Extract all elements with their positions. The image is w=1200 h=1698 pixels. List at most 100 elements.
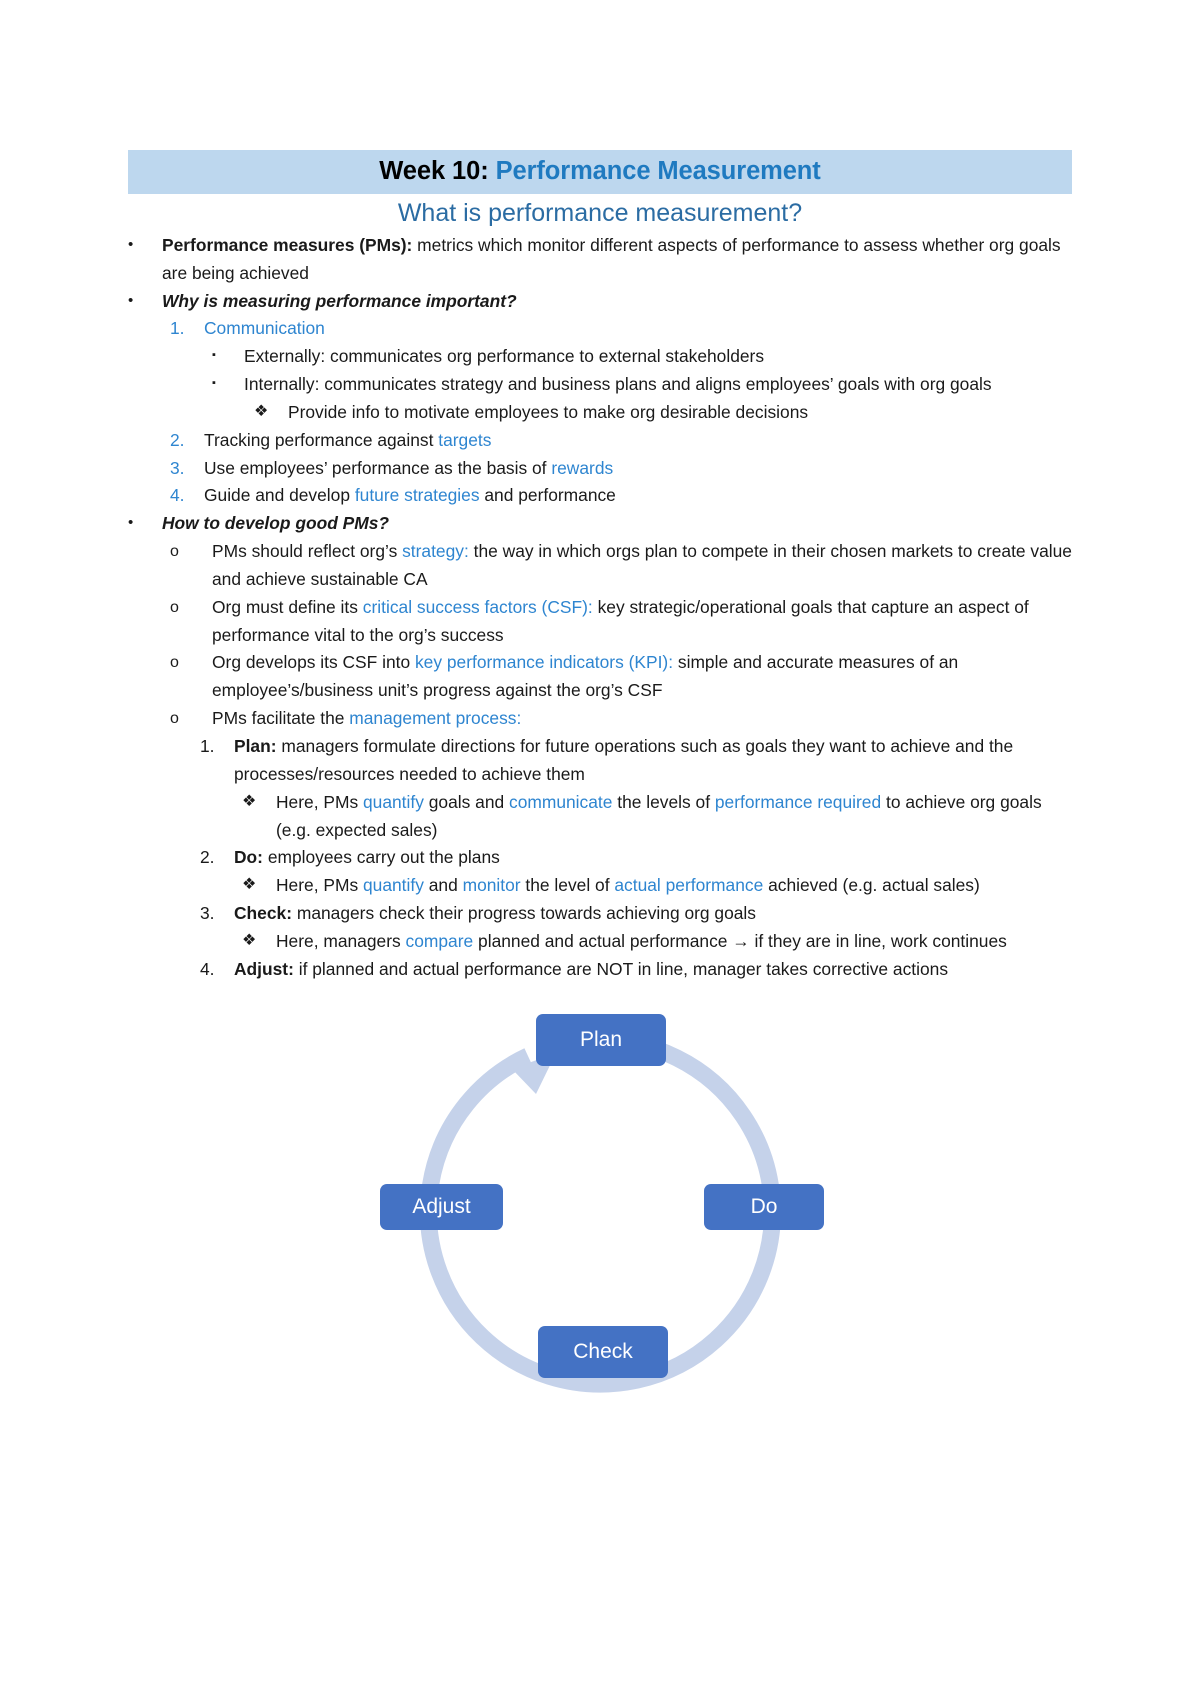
list-item-text: Provide info to motivate employees to ma…	[288, 401, 809, 422]
circle-bullet-icon: o	[170, 654, 179, 672]
list-item: o Org must define its critical success f…	[128, 594, 1072, 650]
list-item-text: Here, PMs quantify goals and communicate…	[276, 789, 1072, 845]
csf-pre: Org must define its	[212, 596, 363, 617]
rewards-text: Use employees’ performance as the basis …	[204, 457, 552, 478]
cycle-node-check[interactable]: Check	[538, 1325, 668, 1378]
list-item: o PMs facilitate the management process:	[128, 705, 1072, 733]
diamond-bullet-icon: ❖	[254, 402, 269, 420]
list-item: • Why is measuring performance important…	[128, 288, 1072, 316]
rewards-highlight: rewards	[551, 457, 614, 478]
list-item: ❖ Provide info to motivate employees to …	[128, 399, 1072, 427]
list-item: 1. Plan: managers formulate directions f…	[128, 733, 1072, 789]
list-item: ❖ Here, managers compare planned and act…	[128, 928, 1072, 956]
list-item-text: Why is measuring performance important?	[162, 288, 1072, 316]
cycle-node-plan[interactable]: Plan	[536, 1013, 666, 1066]
list-item-text: Here, managers compare planned and actua…	[276, 928, 1072, 956]
ordered-marker: 2.	[170, 429, 185, 450]
list-item-text: Guide and develop future strategies and …	[204, 482, 1072, 510]
square-bullet-icon: ▪	[212, 377, 216, 390]
list-item: • How to develop good PMs?	[128, 510, 1072, 538]
page-title-band: Week 10: Performance Measurement	[128, 150, 1072, 195]
why-measuring-heading: Why is measuring performance important?	[162, 290, 517, 311]
list-item-text: Check: managers check their progress tow…	[234, 900, 1072, 928]
do-sub-3: the level of	[520, 875, 615, 896]
list-item: 4. Guide and develop future strategies a…	[128, 482, 1072, 510]
mgmt-process-pre: PMs facilitate the	[212, 708, 350, 729]
plan-label: Plan:	[234, 736, 277, 756]
do-label: Do:	[234, 847, 263, 868]
ordered-marker: 3.	[170, 457, 185, 478]
ordered-marker: 3.	[200, 903, 215, 924]
list-item: 2. Do: employees carry out the plans	[128, 844, 1072, 872]
square-bullet-icon: ▪	[212, 349, 216, 362]
do-sub-4: achieved (e.g. actual sales)	[763, 875, 980, 896]
list-item-text: Tracking performance against targets	[204, 427, 1072, 455]
list-item: 3. Use employees’ performance as the bas…	[128, 455, 1072, 483]
tracking-text: Tracking performance against	[204, 429, 439, 450]
future-strategies-pre: Guide and develop	[204, 485, 355, 506]
bullet-icon: •	[128, 514, 134, 532]
kpi-pre: Org develops its CSF into	[212, 652, 415, 673]
actual-performance-highlight: actual performance	[614, 875, 764, 896]
quantify-highlight: quantify	[362, 791, 424, 812]
list-item-text: Org develops its CSF into key performanc…	[212, 649, 1072, 705]
list-item-text: Org must define its critical success fac…	[212, 594, 1072, 650]
ordered-marker: 1.	[200, 736, 215, 756]
list-item-text: Plan: managers formulate directions for …	[234, 733, 1072, 789]
diamond-bullet-icon: ❖	[242, 876, 257, 894]
list-item-text: PMs should reflect org’s strategy: the w…	[212, 538, 1072, 594]
list-item: ▪ Externally: communicates org performan…	[128, 343, 1072, 371]
title-week-label: Week 10:	[379, 157, 489, 185]
monitor-highlight: monitor	[462, 875, 521, 896]
document-page: Week 10: Performance Measurement What is…	[0, 0, 1200, 1698]
document-body: • Performance measures (PMs): metrics wh…	[128, 232, 1072, 984]
plan-sub-1: Here, PMs	[276, 791, 363, 812]
list-item: ❖ Here, PMs quantify and monitor the lev…	[128, 872, 1072, 900]
cycle-node-plan-label: Plan	[579, 1027, 623, 1051]
cycle-node-adjust[interactable]: Adjust	[380, 1183, 503, 1230]
bullet-icon: •	[128, 235, 134, 253]
list-item-text: Communication	[204, 315, 1072, 343]
circle-bullet-icon: o	[170, 710, 179, 728]
communication-label: Communication	[204, 318, 325, 339]
check-text: managers check their progress towards ac…	[292, 903, 756, 924]
pm-definition-label: Performance measures (PMs):	[162, 234, 413, 255]
list-item: • Performance measures (PMs): metrics wh…	[128, 232, 1072, 288]
adjust-text: if planned and actual performance are NO…	[293, 958, 949, 979]
cycle-node-do[interactable]: Do	[704, 1183, 824, 1230]
cycle-node-adjust-label: Adjust	[412, 1194, 471, 1218]
plan-text: managers formulate directions for future…	[234, 736, 1014, 784]
title-topic-label: Performance Measurement	[495, 157, 821, 185]
list-item: ❖ Here, PMs quantify goals and communica…	[128, 789, 1072, 845]
circle-bullet-icon: o	[170, 598, 179, 616]
strategy-highlight: strategy:	[402, 541, 469, 562]
csf-highlight: critical success factors (CSF):	[362, 596, 593, 617]
kpi-highlight: key performance indicators (KPI):	[414, 652, 674, 673]
do-text: employees carry out the plans	[262, 847, 500, 868]
list-item-text: Use employees’ performance as the basis …	[204, 455, 1072, 483]
do-sub-1: Here, PMs	[276, 875, 363, 896]
ordered-marker: 1.	[170, 318, 185, 339]
diamond-bullet-icon: ❖	[242, 792, 257, 810]
check-sub-2: planned and actual performance → if they…	[473, 930, 1007, 951]
list-item-text: Internally: communicates strategy and bu…	[244, 374, 992, 395]
cycle-graphic: Plan Do Check Adjust	[370, 1012, 830, 1412]
page-subtitle: What is performance measurement?	[397, 199, 803, 228]
list-item-text: Do: employees carry out the plans	[234, 844, 1072, 872]
list-item: ▪ Internally: communicates strategy and …	[128, 371, 1072, 399]
compare-highlight: compare	[405, 930, 474, 951]
strategy-pre: PMs should reflect org’s	[212, 541, 403, 562]
list-item: 1. Communication	[128, 315, 1072, 343]
quantify-highlight: quantify	[362, 875, 424, 896]
ordered-marker: 4.	[200, 958, 215, 979]
adjust-label: Adjust:	[234, 958, 294, 979]
ordered-marker: 2.	[200, 847, 215, 868]
diamond-bullet-icon: ❖	[242, 931, 257, 949]
list-item: o PMs should reflect org’s strategy: the…	[128, 538, 1072, 594]
check-label: Check:	[234, 903, 292, 924]
bullet-icon: •	[128, 291, 134, 309]
list-item: 3. Check: managers check their progress …	[128, 900, 1072, 928]
mgmt-process-highlight: management process:	[349, 708, 522, 729]
list-item-text: Externally: communicates org performance…	[244, 346, 765, 367]
ordered-marker: 4.	[170, 485, 185, 506]
